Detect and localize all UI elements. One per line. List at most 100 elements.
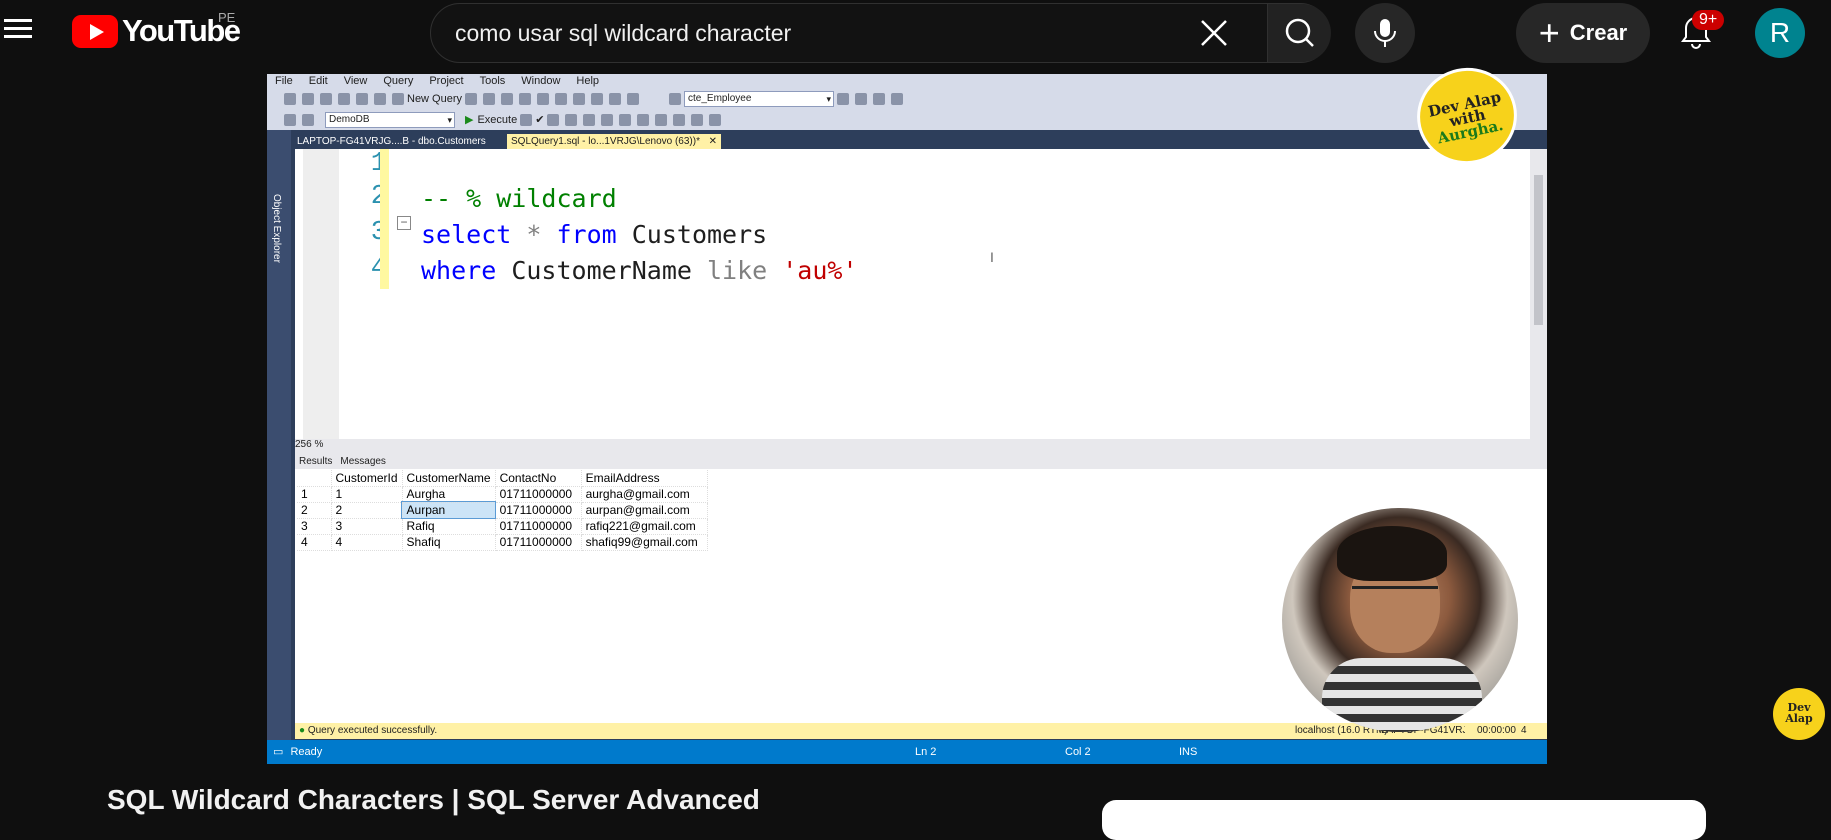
tab-sqlquery1[interactable]: SQLQuery1.sql - lo...1VRJG\Lenovo (63))*… bbox=[507, 134, 721, 149]
code-line-3: select * from Customers bbox=[421, 220, 767, 249]
results-to-text-icon bbox=[601, 113, 614, 126]
row-number: 2 bbox=[297, 502, 332, 519]
menu-query: Query bbox=[383, 75, 414, 87]
connect-icon bbox=[284, 113, 296, 126]
code-line-4: where CustomerName like 'au%' bbox=[421, 256, 858, 285]
query-editor[interactable]: 1 2 3 4 − -- % wildcard select * from Cu… bbox=[295, 149, 1530, 439]
results-to-file-icon bbox=[637, 113, 650, 126]
cut-icon bbox=[537, 92, 550, 105]
grid-cell-selected[interactable]: Aurpan bbox=[401, 501, 497, 519]
channel-watermark[interactable]: Dev Alap bbox=[1773, 688, 1825, 740]
display-plan-icon bbox=[547, 113, 560, 126]
new-project-icon bbox=[320, 92, 332, 105]
execute-icon: ▶ bbox=[465, 114, 474, 126]
tab-results[interactable]: Results bbox=[299, 456, 332, 467]
voice-search-button[interactable] bbox=[1355, 3, 1415, 63]
grid-cell[interactable]: rafiq221@gmail.com bbox=[581, 518, 708, 535]
youtube-play-icon bbox=[72, 14, 118, 48]
paste-icon bbox=[573, 92, 586, 105]
save-all-icon bbox=[374, 92, 386, 105]
object-explorer-label: Object Explorer bbox=[271, 194, 282, 263]
uncomment-icon bbox=[673, 113, 686, 126]
grid-cell[interactable]: 3 bbox=[331, 518, 403, 535]
database-combo: DemoDB bbox=[325, 111, 455, 128]
redo-icon bbox=[609, 92, 622, 105]
row-number: 1 bbox=[297, 486, 332, 503]
grid-cell[interactable]: Aurgha bbox=[402, 486, 496, 503]
side-panel-card[interactable] bbox=[1102, 800, 1706, 840]
undo-icon bbox=[591, 92, 604, 105]
code-comment: -- % wildcard bbox=[421, 184, 617, 213]
grid-cell[interactable]: 1 bbox=[331, 486, 403, 503]
toolbox-icon bbox=[873, 92, 886, 105]
object-combo: cte_Employee bbox=[684, 90, 835, 107]
search-box[interactable]: como usar sql wildcard character bbox=[430, 3, 1331, 63]
execute-label: Execute bbox=[477, 113, 518, 126]
line-number-gutter: 1 2 3 4 bbox=[295, 149, 393, 439]
window-icon bbox=[891, 92, 904, 105]
column-header[interactable]: EmailAddress bbox=[581, 470, 708, 487]
grid-cell[interactable]: 01711000000 bbox=[495, 502, 582, 519]
zoom-level[interactable]: 256 % bbox=[295, 439, 323, 450]
column-header[interactable]: CustomerId bbox=[331, 470, 403, 487]
dmx-query-icon bbox=[483, 92, 496, 105]
notification-count-badge: 9+ bbox=[1692, 10, 1725, 30]
grid-cell[interactable]: 01711000000 bbox=[495, 518, 582, 535]
results-grid: CustomerId CustomerName ContactNo EmailA… bbox=[297, 470, 708, 551]
grid-cell[interactable]: 01711000000 bbox=[495, 534, 582, 551]
search-input[interactable]: como usar sql wildcard character bbox=[455, 4, 1155, 62]
success-icon: ● bbox=[299, 725, 306, 736]
shirt bbox=[1322, 658, 1482, 732]
editor-scrollbar[interactable] bbox=[1530, 149, 1547, 439]
grid-cell[interactable]: aurpan@gmail.com bbox=[581, 502, 708, 519]
youtube-logo[interactable]: YouTube bbox=[72, 13, 241, 48]
indent-icon bbox=[691, 113, 704, 126]
close-icon[interactable] bbox=[1193, 12, 1235, 54]
kw-select: select bbox=[421, 220, 512, 249]
parse-check-icon: ✔ bbox=[535, 114, 545, 126]
tab-customers[interactable]: LAPTOP-FG41VRJG....B - dbo.Customers bbox=[293, 134, 490, 149]
row-number: 4 bbox=[297, 534, 332, 551]
search-button[interactable] bbox=[1267, 4, 1331, 62]
menu-window: Window bbox=[521, 75, 561, 87]
new-query-label: New Query bbox=[407, 92, 463, 105]
ssms-menubar: File Edit View Query Project Tools Windo… bbox=[267, 74, 1547, 88]
text-cursor-icon: I bbox=[990, 249, 994, 265]
object-explorer-strip[interactable]: Object Explorer bbox=[267, 130, 291, 740]
grid-cell[interactable]: 01711000000 bbox=[495, 486, 582, 503]
table-row: 1 1 Aurgha 01711000000 aurgha@gmail.com bbox=[297, 486, 708, 503]
column-header[interactable]: CustomerName bbox=[402, 470, 496, 487]
stop-icon bbox=[520, 113, 533, 126]
grid-cell[interactable]: 2 bbox=[331, 502, 403, 519]
table-row: 3 3 Rafiq 01711000000 rafiq221@gmail.com bbox=[297, 518, 708, 535]
column-header[interactable]: ContactNo bbox=[495, 470, 582, 487]
open-icon bbox=[338, 92, 350, 105]
properties-icon bbox=[855, 92, 868, 105]
editor-margin bbox=[303, 149, 339, 439]
menu-icon[interactable] bbox=[4, 14, 32, 42]
close-tab-icon[interactable]: ✕ bbox=[709, 134, 717, 149]
code-column: CustomerName bbox=[496, 256, 707, 285]
row-number: 3 bbox=[297, 518, 332, 535]
tab-messages[interactable]: Messages bbox=[340, 456, 386, 467]
kw-where: where bbox=[421, 256, 497, 285]
elapsed-time: 00:00:00 bbox=[1477, 725, 1516, 736]
create-button[interactable]: + Crear bbox=[1516, 3, 1650, 63]
account-avatar[interactable]: R bbox=[1755, 8, 1805, 58]
grid-cell[interactable]: shafiq99@gmail.com bbox=[581, 534, 708, 551]
status-line: Ln 2 bbox=[915, 746, 937, 758]
forward-icon bbox=[302, 92, 314, 105]
microphone-icon bbox=[1374, 19, 1396, 47]
grid-cell[interactable]: Rafiq bbox=[402, 518, 496, 535]
status-column: Col 2 bbox=[1065, 746, 1091, 758]
table-row: 4 4 Shafiq 01711000000 shafiq99@gmail.co… bbox=[297, 534, 708, 551]
copy-icon bbox=[555, 92, 568, 105]
grid-cell[interactable]: aurgha@gmail.com bbox=[581, 486, 708, 503]
grid-cell[interactable]: Shafiq bbox=[402, 534, 496, 551]
das-query-icon bbox=[519, 92, 532, 105]
scroll-thumb[interactable] bbox=[1534, 175, 1543, 325]
create-label: Crear bbox=[1569, 20, 1628, 45]
ssms-toolbar-sql: DemoDB ▶ Execute ✔ bbox=[267, 109, 1547, 130]
collapse-toggle-icon[interactable]: − bbox=[397, 216, 411, 230]
grid-cell[interactable]: 4 bbox=[331, 534, 403, 551]
